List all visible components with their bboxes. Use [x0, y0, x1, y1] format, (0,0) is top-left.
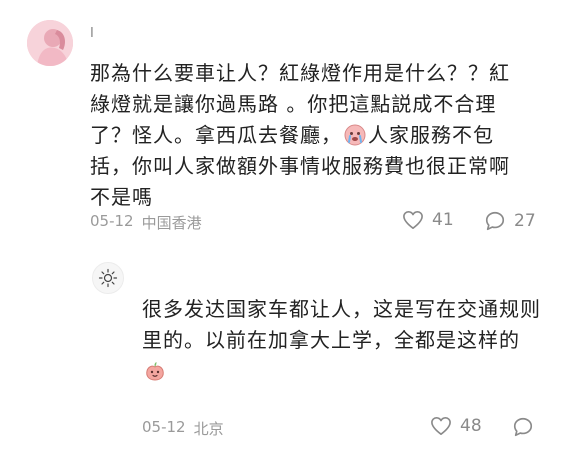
sun-icon [98, 268, 118, 288]
crying-face-sticker-icon [344, 124, 366, 146]
reply-avatar[interactable] [92, 262, 124, 294]
avatar[interactable] [27, 20, 73, 66]
username[interactable]: I [90, 26, 94, 41]
comment-bubble-icon [485, 211, 505, 231]
reply-text: 很多发达国家车都让人，这是写在交通规则里的。以前在加拿大上学，全都是这样的 [142, 294, 542, 387]
comment-meta: 05-12 中国香港 [90, 212, 202, 233]
comment-bubble-icon [513, 417, 533, 437]
comment-location: 中国香港 [141, 214, 202, 232]
reply-text-content: 很多发达国家车都让人，这是写在交通规则里的。以前在加拿大上学，全都是这样的 [142, 297, 541, 352]
peach-face-sticker-icon [146, 362, 164, 381]
like-button[interactable]: 41 [402, 210, 454, 230]
like-count: 41 [432, 210, 454, 230]
heart-icon [403, 211, 423, 229]
reply-meta: 05-12 北京 [142, 418, 224, 439]
comment-text: 那為什么要車让人？紅綠燈作用是什么？？紅綠燈就是讓你過馬路 。你把這點説成不合理… [90, 58, 530, 213]
reply-location: 北京 [193, 420, 224, 438]
comment-date: 05-12 [90, 212, 134, 230]
reply-reply-button[interactable] [512, 416, 534, 438]
reply-count: 27 [514, 211, 536, 231]
reply-date: 05-12 [142, 418, 186, 436]
reply-button[interactable]: 27 [484, 210, 536, 232]
reply-like-button[interactable]: 48 [430, 416, 482, 436]
heart-icon [431, 417, 451, 435]
avatar-photo-icon [27, 20, 73, 66]
reply-like-count: 48 [460, 416, 482, 436]
